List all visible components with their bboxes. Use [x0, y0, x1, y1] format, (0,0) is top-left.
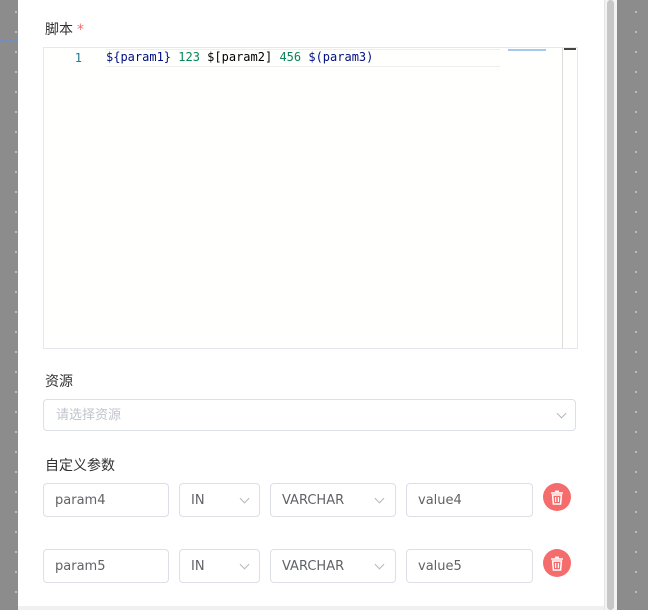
- code-token: 456: [279, 50, 302, 64]
- param-value-value: value5: [418, 559, 462, 574]
- drawer-scrollbar-thumb[interactable]: [607, 0, 614, 610]
- script-editor[interactable]: 1 ${param1} 123 $[param2] 456 $(param3): [43, 47, 578, 349]
- chevron-down-icon: [239, 493, 250, 504]
- resource-label: 资源: [45, 374, 73, 390]
- resource-select-placeholder: 请选择资源: [56, 408, 122, 423]
- minimap[interactable]: [508, 49, 546, 51]
- trash-icon: [551, 490, 563, 505]
- task-edit-drawer: 脚本 * 1 ${param1} 123 $[param2] 456 $(para…: [18, 0, 604, 610]
- chevron-down-icon: [556, 408, 567, 419]
- param-name-value: param4: [55, 493, 106, 508]
- required-mark: *: [77, 22, 84, 38]
- param-type-select[interactable]: VARCHAR: [270, 549, 396, 583]
- resource-select[interactable]: 请选择资源: [43, 399, 576, 431]
- editor-gutter: 1: [44, 48, 94, 348]
- param-value-value: value4: [418, 493, 462, 508]
- drawer-scrollbar[interactable]: [604, 0, 617, 610]
- param-value-input[interactable]: value5: [406, 549, 533, 583]
- code-token: $(param3): [308, 50, 374, 64]
- code-token: $[param2]: [199, 50, 280, 64]
- code-line[interactable]: ${param1} 123 $[param2] 456 $(param3): [106, 49, 500, 67]
- code-token: ${param1}: [106, 50, 172, 64]
- chevron-down-icon: [374, 559, 385, 570]
- param-type-value: VARCHAR: [282, 493, 345, 508]
- param-type-value: VARCHAR: [282, 559, 345, 574]
- param-value-input[interactable]: value4: [406, 483, 533, 517]
- delete-param-button[interactable]: [543, 549, 571, 577]
- chevron-down-icon: [374, 493, 385, 504]
- param-name-input[interactable]: param4: [43, 483, 169, 517]
- param-direction-value: IN: [191, 559, 205, 574]
- delete-param-button[interactable]: [543, 483, 571, 511]
- code-token: 123: [178, 50, 200, 64]
- canvas-connector-line: [0, 40, 18, 41]
- chevron-down-icon: [239, 559, 250, 570]
- param-name-value: param5: [55, 559, 106, 574]
- custom-params-label: 自定义参数: [45, 458, 115, 474]
- script-label: 脚本 *: [45, 22, 84, 38]
- editor-scroll-indicator: [564, 48, 576, 50]
- param-type-select[interactable]: VARCHAR: [270, 483, 396, 517]
- editor-scrollbar[interactable]: [562, 48, 577, 348]
- param-direction-select[interactable]: IN: [179, 483, 260, 517]
- param-direction-select[interactable]: IN: [179, 549, 260, 583]
- param-name-input[interactable]: param5: [43, 549, 169, 583]
- line-number: 1: [74, 51, 82, 65]
- trash-icon: [551, 556, 563, 571]
- drawer-footer-edge: [18, 606, 604, 610]
- param-direction-value: IN: [191, 493, 205, 508]
